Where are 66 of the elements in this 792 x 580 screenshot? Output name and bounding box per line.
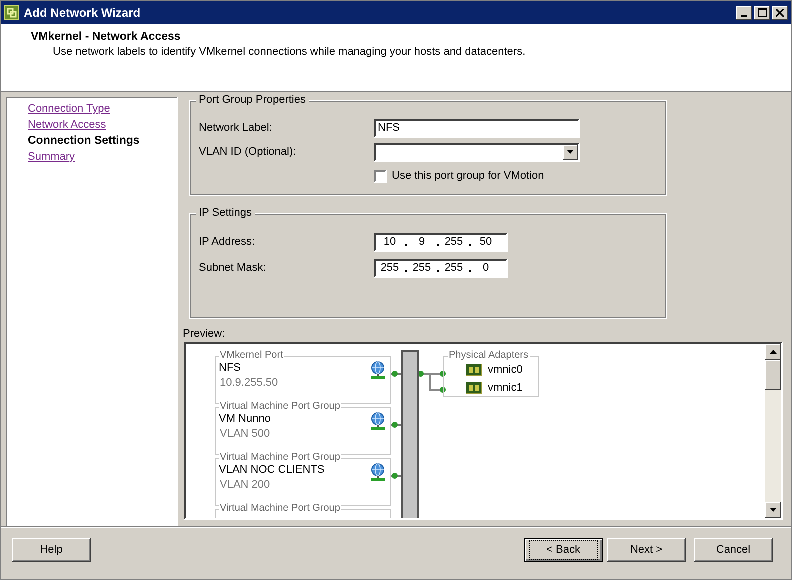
vmotion-checkbox[interactable] xyxy=(374,170,387,182)
network-card-icon xyxy=(466,364,482,376)
port-group-type: VMkernel Port xyxy=(219,350,284,361)
page-description: Use network labels to identify VMkernel connections while managing your hosts and datacenters. xyxy=(53,46,527,58)
uplink-connector-line xyxy=(419,368,447,394)
port-group-name: VM Nunno xyxy=(219,412,271,426)
connector-line xyxy=(391,370,401,378)
ip-address-field[interactable]: 10 9 255 50 xyxy=(374,232,508,252)
wizard-button[interactable]: Help xyxy=(12,538,91,562)
octet-separator-icon xyxy=(405,244,407,246)
octet-separator-icon xyxy=(469,270,471,272)
network-label-field[interactable]: NFS xyxy=(374,118,580,138)
field-label: VLAN ID (Optional): xyxy=(199,146,298,158)
network-globe-icon xyxy=(370,463,386,481)
port-group-type: Virtual Machine Port Group xyxy=(219,503,342,514)
close-button[interactable] xyxy=(772,6,788,20)
scroll-thumb[interactable] xyxy=(765,360,781,390)
octet-separator-icon xyxy=(437,244,439,246)
wizard-step-link[interactable]: Summary xyxy=(28,149,177,165)
minimize-icon xyxy=(741,14,747,16)
port-group-name: NFS xyxy=(219,361,241,375)
field-label: Network Label: xyxy=(199,122,274,134)
wizard-step-link[interactable]: Connection Type xyxy=(28,101,177,117)
field-label: Subnet Mask: xyxy=(199,262,268,274)
connector-line xyxy=(391,472,401,480)
adapters-legend: Physical Adapters xyxy=(448,350,530,361)
port-group-detail: 10.9.255.50 xyxy=(219,376,278,391)
dropdown-arrow-icon xyxy=(567,150,574,154)
group-legend: IP Settings xyxy=(196,207,255,219)
wizard-step-link[interactable]: Network Access xyxy=(28,117,177,133)
scroll-down-button[interactable] xyxy=(765,502,781,518)
app-icon xyxy=(4,4,20,20)
minimize-button[interactable] xyxy=(736,6,752,20)
wizard-button[interactable]: Next > xyxy=(607,538,686,562)
window-title: Add Network Wizard xyxy=(24,6,142,20)
ip-address-field[interactable]: 255 255 255 0 xyxy=(374,258,508,278)
page-title: VMkernel - Network Access xyxy=(31,31,182,43)
close-icon xyxy=(776,8,784,16)
scroll-up-button[interactable] xyxy=(765,344,781,360)
up-arrow-icon xyxy=(770,350,776,354)
field-label: IP Address: xyxy=(199,236,256,248)
network-globe-icon xyxy=(370,412,386,430)
wizard-button[interactable]: < Back xyxy=(524,538,603,562)
connector-line xyxy=(391,421,401,429)
octet-separator-icon xyxy=(405,270,407,272)
network-globe-icon xyxy=(370,361,386,379)
network-card-icon xyxy=(466,382,482,394)
port-group-name: VLAN NOC CLIENTS xyxy=(219,463,325,477)
adapter-name: vmnic0 xyxy=(488,364,523,376)
preview-label: Preview: xyxy=(183,328,226,340)
port-group-detail: VLAN 500 xyxy=(219,427,270,442)
down-arrow-icon xyxy=(770,508,776,512)
adapter-name: vmnic1 xyxy=(488,382,523,394)
vertical-scrollbar[interactable] xyxy=(765,344,781,518)
vlan-id-dropdown[interactable] xyxy=(374,142,580,162)
octet-separator-icon xyxy=(437,270,439,272)
wizard-step-link[interactable]: Connection Settings xyxy=(28,133,177,149)
port-group-type: Virtual Machine Port Group xyxy=(219,401,342,412)
wizard-button[interactable]: Cancel xyxy=(694,538,773,562)
port-group-type: Virtual Machine Port Group xyxy=(219,452,342,463)
maximize-icon xyxy=(758,8,766,17)
checkbox-label: Use this port group for VMotion xyxy=(392,170,544,182)
octet-separator-icon xyxy=(469,244,471,246)
group-legend: Port Group Properties xyxy=(196,94,309,106)
port-group-detail: VLAN 200 xyxy=(219,478,270,493)
maximize-button[interactable] xyxy=(754,6,770,20)
